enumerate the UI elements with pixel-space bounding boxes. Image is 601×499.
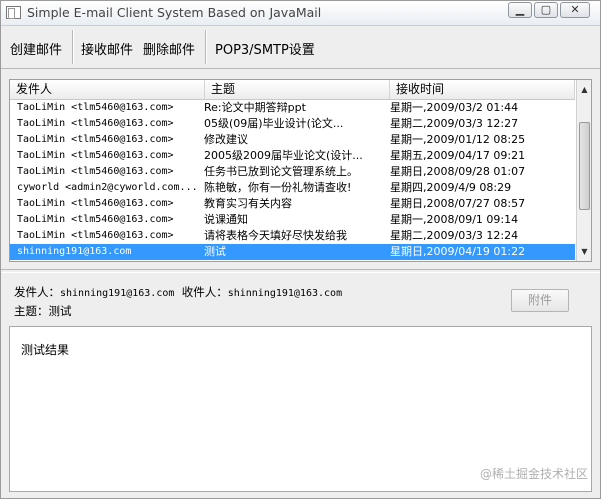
scroll-thumb[interactable] [579,122,590,210]
table-row[interactable]: TaoLiMin <tlm5460@163.com> 请将表格今天填好尽快发给我 星… [10,228,575,244]
close-button[interactable]: ✕ [560,2,590,18]
from-value: shinning191@163.com [60,288,175,299]
to-value: shinning191@163.com [227,288,343,299]
table-row[interactable]: cyworld <admin2@cyworld.com... 陈艳敏，你有一份礼物… [10,180,575,196]
pop3-smtp-settings-button[interactable]: POP3/SMTP设置 [215,39,315,58]
attachment-button[interactable]: 附件 [511,289,569,312]
cell-sender: TaoLiMin <tlm5460@163.com> [17,214,174,225]
cell-subject: 说课通知 [204,213,248,226]
cell-time: 星期一,2009/01/12 08:25 [390,133,526,146]
cell-subject: 教育实习有关内容 [204,197,292,210]
cell-sender: TaoLiMin <tlm5460@163.com> [17,198,174,209]
create-mail-button[interactable]: 创建邮件 [10,39,62,58]
toolbar: 创建邮件 接收邮件 删除邮件 POP3/SMTP设置 [1,26,600,69]
cell-sender: TaoLiMin <tlm5460@163.com> [17,134,174,145]
sender-recipient-line: 发件人：shinning191@163.com 收件人：shinning191@… [14,284,342,300]
subject-value: 测试 [48,304,72,318]
scroll-up-arrow-icon[interactable]: ▲ [578,83,591,96]
minimize-button[interactable]: ▁ [508,2,532,18]
cell-time: 星期日,2008/07/27 08:57 [390,197,526,210]
message-body-text: 测试结果 [21,343,70,357]
table-row[interactable]: shinning191@163.com 测试 星期日,2009/04/19 01:2… [10,244,575,260]
cell-time: 星期一,2008/09/1 09:14 [390,213,519,226]
window-title: Simple E-mail Client System Based on Jav… [27,5,322,20]
cell-sender: TaoLiMin <tlm5460@163.com> [17,102,174,113]
watermark: @稀土掘金技术社区 [479,467,588,481]
table-row[interactable]: TaoLiMin <tlm5460@163.com> Re:论文中期答辩ppt 星期… [10,100,575,116]
from-label: 发件人： [14,285,60,299]
table-row[interactable]: TaoLiMin <tlm5460@163.com> 说课通知 星期一,2008/0… [10,212,575,228]
table-row[interactable]: TaoLiMin <tlm5460@163.com> 教育实习有关内容 星期日,20… [10,196,575,212]
cell-subject: Re:论文中期答辩ppt [204,101,306,114]
cell-time: 星期日,2009/04/19 01:22 [390,245,526,258]
table-row[interactable]: TaoLiMin <tlm5460@163.com> 任务书已放到论文管理系统上。… [10,164,575,180]
cell-subject: 2005级2009届毕业论文(设计... [204,149,363,162]
table-body: TaoLiMin <tlm5460@163.com> Re:论文中期答辩ppt 星期… [10,100,575,260]
cell-sender: cyworld <admin2@cyworld.com... [17,182,198,193]
cell-time: 星期五,2009/04/17 09:21 [390,149,526,162]
title-bar[interactable]: Simple E-mail Client System Based on Jav… [1,1,600,26]
subject-label: 主题： [14,304,49,318]
table-row[interactable]: TaoLiMin <tlm5460@163.com> 05级(09届)毕业设计(论… [10,116,575,132]
cell-subject: 请将表格今天填好尽快发给我 [204,229,347,242]
column-header-subject[interactable]: 主题 [205,80,390,99]
to-label: 收件人： [181,285,228,299]
window-icon [6,6,21,19]
receive-mail-button[interactable]: 接收邮件 [81,39,133,58]
toolbar-separator [205,30,207,64]
cell-sender: TaoLiMin <tlm5460@163.com> [17,166,174,177]
maximize-button[interactable]: ▢ [534,2,558,18]
cell-sender: TaoLiMin <tlm5460@163.com> [17,118,174,129]
delete-mail-button[interactable]: 删除邮件 [143,39,195,58]
cell-time: 星期一,2009/03/2 01:44 [390,101,519,114]
cell-time: 星期二,2009/03/3 12:24 [390,229,519,242]
table-row[interactable]: TaoLiMin <tlm5460@163.com> 2005级2009届毕业论文… [10,148,575,164]
pane-divider [1,269,600,273]
column-header-sender[interactable]: 发件人 [10,80,205,99]
vertical-scrollbar[interactable]: ▲ ▼ [576,80,591,261]
table-header: 发件人 主题 接收时间 [10,80,575,100]
column-header-received-time[interactable]: 接收时间 [390,80,575,99]
cell-subject: 任务书已放到论文管理系统上。 [204,165,358,178]
toolbar-separator [72,30,74,64]
table-row[interactable]: TaoLiMin <tlm5460@163.com> 修改建议 星期一,2009/0… [10,132,575,148]
cell-sender: TaoLiMin <tlm5460@163.com> [17,150,174,161]
cell-time: 星期四,2009/4/9 08:29 [390,181,512,194]
cell-time: 星期日,2008/09/28 01:07 [390,165,526,178]
app-window: Simple E-mail Client System Based on Jav… [0,0,601,499]
cell-subject: 05级(09届)毕业设计(论文... [204,117,344,130]
cell-subject: 测试 [204,245,226,258]
cell-sender: TaoLiMin <tlm5460@163.com> [17,230,174,241]
subject-line: 主题：测试 [14,303,72,319]
cell-time: 星期二,2009/03/3 12:27 [390,117,519,130]
mail-list: 发件人 主题 接收时间 TaoLiMin <tlm5460@163.com> Re… [9,79,592,262]
cell-sender: shinning191@163.com [17,246,132,257]
cell-subject: 陈艳敏，你有一份礼物请查收! [204,181,352,194]
cell-subject: 修改建议 [204,133,248,146]
scroll-down-arrow-icon[interactable]: ▼ [578,245,591,258]
